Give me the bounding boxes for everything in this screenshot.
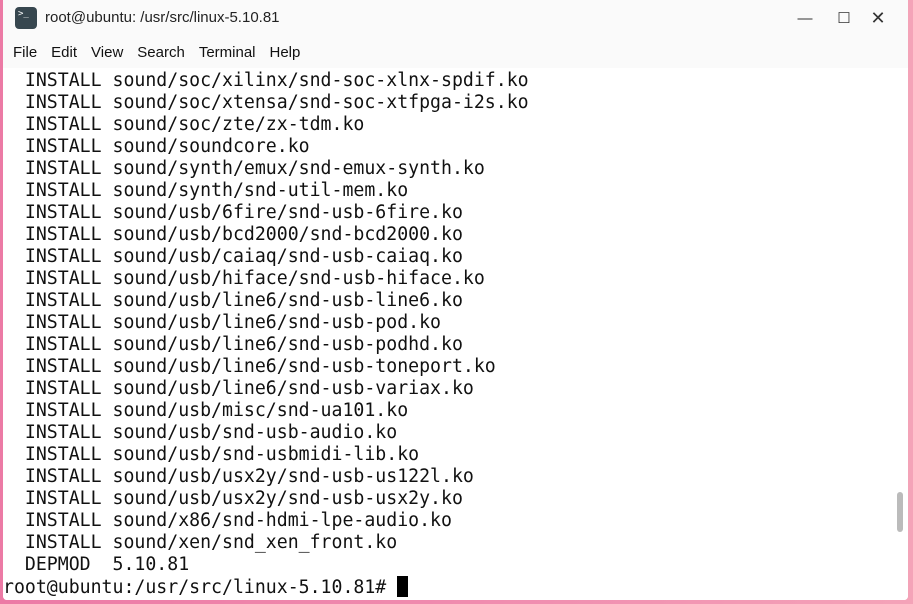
output-line: INSTALL sound/xen/snd_xen_front.ko: [3, 532, 398, 553]
minimize-button[interactable]: —: [792, 6, 818, 30]
menu-terminal[interactable]: Terminal: [199, 44, 256, 61]
menu-file[interactable]: File: [13, 44, 37, 61]
close-button[interactable]: ✕: [865, 6, 891, 30]
output-line: INSTALL sound/usb/line6/snd-usb-variax.k…: [3, 378, 474, 399]
prompt: root@ubuntu:/usr/src/linux-5.10.81#: [3, 577, 387, 598]
output-line: INSTALL sound/synth/snd-util-mem.ko: [3, 180, 409, 201]
output-line: INSTALL sound/usb/misc/snd-ua101.ko: [3, 400, 409, 421]
menu-bar: File Edit View Search Terminal Help: [3, 36, 908, 68]
menu-view[interactable]: View: [91, 44, 123, 61]
menu-help[interactable]: Help: [270, 44, 301, 61]
output-line: INSTALL sound/usb/line6/snd-usb-pod.ko: [3, 312, 441, 333]
scrollbar[interactable]: [897, 492, 903, 532]
output-line: INSTALL sound/usb/line6/snd-usb-toneport…: [3, 356, 496, 377]
output-line: INSTALL sound/synth/emux/snd-emux-synth.…: [3, 158, 485, 179]
output-line: INSTALL sound/usb/6fire/snd-usb-6fire.ko: [3, 202, 463, 223]
output-line: INSTALL sound/soc/xtensa/snd-soc-xtfpga-…: [3, 92, 529, 113]
output-line: DEPMOD 5.10.81: [3, 554, 190, 575]
menu-search[interactable]: Search: [137, 44, 185, 61]
output-line: INSTALL sound/usb/line6/snd-usb-line6.ko: [3, 290, 463, 311]
output-line: INSTALL sound/usb/usx2y/snd-usb-usx2y.ko: [3, 488, 463, 509]
output-line: INSTALL sound/soundcore.ko: [3, 136, 310, 157]
output-line: INSTALL sound/usb/snd-usbmidi-lib.ko: [3, 444, 420, 465]
output-line: INSTALL sound/soc/zte/zx-tdm.ko: [3, 114, 365, 135]
output-line: INSTALL sound/usb/snd-usb-audio.ko: [3, 422, 398, 443]
output-line: INSTALL sound/x86/snd-hdmi-lpe-audio.ko: [3, 510, 452, 531]
output-line: INSTALL sound/usb/usx2y/snd-usb-us122l.k…: [3, 466, 474, 487]
title-bar: >_ root@ubuntu: /usr/src/linux-5.10.81 —…: [3, 0, 908, 36]
output-line: INSTALL sound/usb/hiface/snd-usb-hiface.…: [3, 268, 485, 289]
window-title: root@ubuntu: /usr/src/linux-5.10.81: [45, 9, 280, 26]
maximize-button[interactable]: ☐: [831, 6, 857, 30]
prompt-line[interactable]: root@ubuntu:/usr/src/linux-5.10.81#: [3, 576, 908, 598]
menu-edit[interactable]: Edit: [51, 44, 77, 61]
cursor: [397, 576, 409, 597]
output-line: INSTALL sound/usb/line6/snd-usb-podhd.ko: [3, 334, 463, 355]
output-line: INSTALL sound/soc/xilinx/snd-soc-xlnx-sp…: [3, 70, 529, 91]
output-line: INSTALL sound/usb/caiaq/snd-usb-caiaq.ko: [3, 246, 463, 267]
output-line: INSTALL sound/usb/bcd2000/snd-bcd2000.ko: [3, 224, 463, 245]
terminal-output[interactable]: INSTALL sound/soc/xilinx/snd-soc-xlnx-sp…: [3, 70, 908, 600]
terminal-window: >_ root@ubuntu: /usr/src/linux-5.10.81 —…: [3, 0, 908, 600]
terminal-app-icon: >_: [15, 7, 37, 29]
